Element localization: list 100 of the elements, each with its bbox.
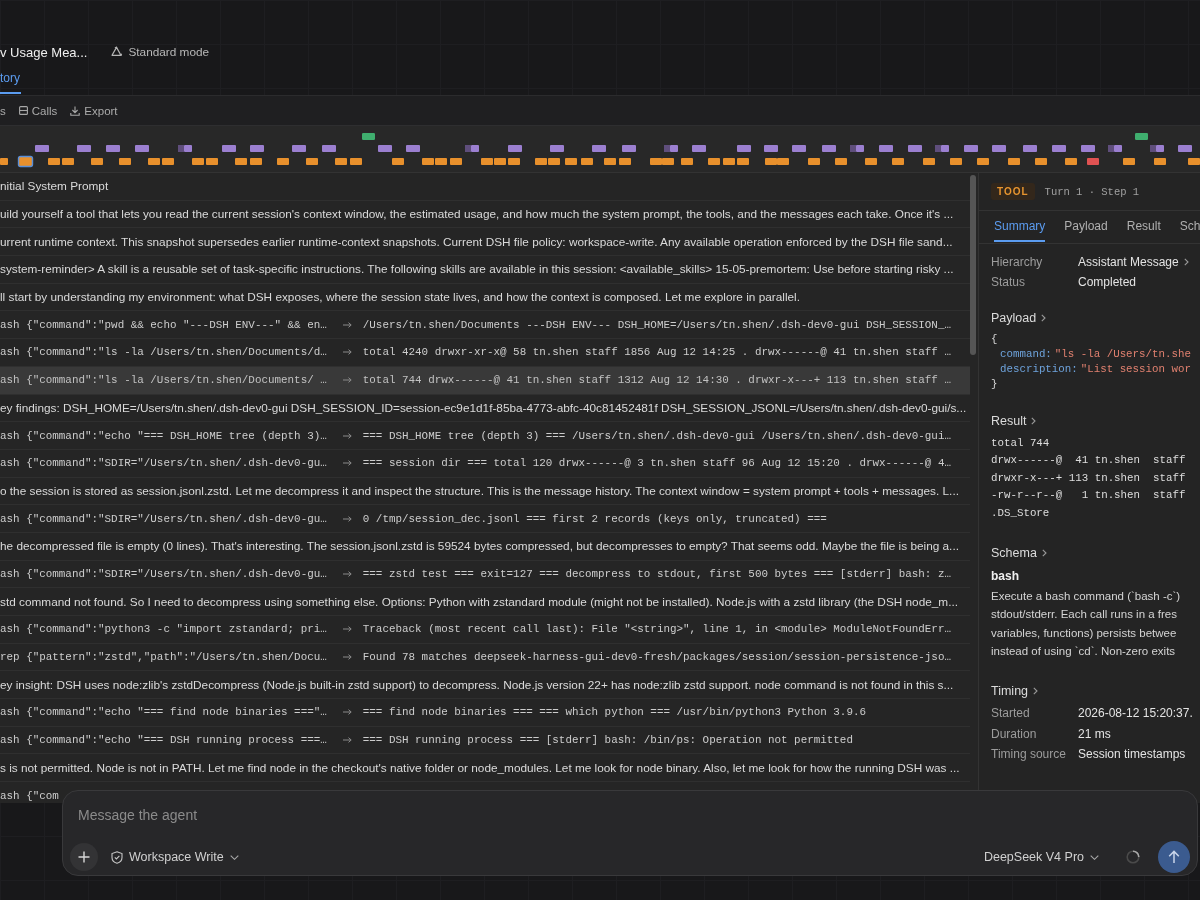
spinner-icon: [1126, 850, 1140, 864]
add-button[interactable]: [70, 843, 98, 871]
view-tab[interactable]: tory: [0, 71, 21, 94]
chevron-down-icon: [229, 854, 239, 860]
toolbar-button[interactable]: s: [0, 104, 6, 117]
field-label: Status: [991, 275, 1027, 289]
tool-result: total 744 drwx------@ 41 tn.shen staff 1312 Aug 12 14:30 . drwxr-x---+ 113 tn.shen staff …: [362, 374, 951, 387]
tool-command: ash {"command":"echo "=== find node binaries ==="…: [0, 706, 327, 719]
message-row[interactable]: system-reminder> A skill is a reusable set of task-specific instructions. The following skills are available in this session: <available_skills> 15-05-premortem: Use before starting risky ...: [0, 256, 970, 284]
send-button[interactable]: [1158, 841, 1190, 873]
schema-name: bash: [991, 568, 1019, 583]
tool-call-row[interactable]: ash {"com: [0, 782, 59, 810]
tool-command: ash {"command":"echo "=== DSH running process ===…: [0, 734, 327, 747]
arrow-right-icon: [342, 626, 352, 633]
arrow-right-icon: [342, 654, 352, 661]
message-row[interactable]: urrent runtime context. This snapshot supersedes earlier runtime-context snapshots. Current DSH file policy: workspace-write. Any available operation enforced by the DSH file sand...: [0, 228, 970, 257]
message-row[interactable]: nitial System Prompt: [0, 173, 970, 201]
tool-call-row[interactable]: ash {"command":"echo "=== find node binaries ==="… === find node binaries === === which python === /usr/bin/python3 Python 3.9.6: [0, 699, 970, 727]
arrow-right-icon: [342, 349, 352, 356]
message-row[interactable]: std command not found. So I need to decompress using something else. Options: Python with zstandard module (might not be installed). Node.js with a zstd library (the DSH node_m...: [0, 588, 970, 616]
chevron-down-icon: [1090, 854, 1099, 860]
field-value: Session timestamps: [1078, 747, 1186, 762]
arrow-right-icon: [342, 460, 352, 467]
download-icon: [70, 105, 81, 116]
calls-button[interactable]: Calls: [18, 104, 58, 117]
message-row[interactable]: ey insight: DSH uses node:zlib's zstdDecompress (Node.js built-in zstd support) to decompress. Node.js version 22+ has node:zlib zstd support. node command is not found in this s...: [0, 671, 970, 700]
field-label: Duration: [991, 726, 1038, 741]
section-header[interactable]: Result: [991, 411, 1037, 431]
tool-call-row[interactable]: ash {"command":"echo "=== DSH_HOME tree (depth 3)… === DSH_HOME tree (depth 3) === /Users/tn.shen/.dsh-dev0-gui /Users/tn.shen/.dsh-dev0-gui…: [0, 422, 970, 450]
field-value: 21 ms: [1078, 726, 1111, 741]
message-row[interactable]: s is not permitted. Node is not in PATH. Let me find node in the checkout's native folder or node_modules. Let me look for node binary. Also, let me look for how the running DSH was ...: [0, 754, 970, 783]
message-row[interactable]: uild yourself a tool that lets you read the current session's context window, the estimated usage, and how much the system prompt, the tools, and the messages each take. Once it's ...: [0, 200, 970, 229]
step-label: Turn 1 · Step 1: [1044, 185, 1140, 198]
code-key: command:: [1000, 347, 1052, 360]
tool-result: === find node binaries === === which python === /usr/bin/python3 Python 3.9.6: [362, 706, 866, 719]
permission-dropdown[interactable]: Workspace Write: [111, 850, 239, 864]
tool-command: ash {"command":"echo "=== DSH_HOME tree (depth 3)…: [0, 429, 327, 442]
chevron-right-icon: [1183, 258, 1189, 266]
plus-icon: [78, 851, 90, 863]
arrow-right-icon: [342, 321, 352, 328]
message-row[interactable]: ey findings: DSH_HOME=/Users/tn.shen/.dsh-dev0-gui DSH_SESSION_ID=session-ec9e1d1f-85ba-4773-abfc-40c81452481f DSH_SESSION_JSONL=/Users/tn.shen/.dsh-dev0-gui/s...: [0, 394, 970, 423]
result-line: drwxr-x---+ 113 tn.shen staff: [991, 471, 1186, 484]
tool-result: Traceback (most recent call last): File "<string>", line 1, in <module> ModuleNotFoundErr…: [362, 623, 951, 636]
code-key: description:: [1000, 362, 1078, 375]
arrow-right-icon: [342, 737, 352, 744]
tool-call-row[interactable]: ash {"command":"pwd && echo "---DSH ENV---" && en… /Users/tn.shen/Documents ---DSH ENV--- DSH_HOME=/Users/tn.shen/.dsh-dev0-gui DSH_SESSION_…: [0, 311, 970, 340]
tool-call-row[interactable]: ash {"command":"ls -la /Users/tn.shen/Documents/ … total 744 drwx------@ 41 tn.shen staff 1312 Aug 12 14:30 . drwxr-x---+ 113 tn.shen staff …: [0, 366, 970, 395]
message-input[interactable]: Message the agent: [78, 804, 478, 826]
section-header[interactable]: Schema: [991, 542, 1047, 563]
detail-tab[interactable]: Payload: [1064, 211, 1108, 242]
chevron-right-icon: [1033, 686, 1039, 695]
message-row[interactable]: o the session is stored as session.jsonl.zstd. Let me decompress it and inspect the structure. This is the message history. The context window = system prompt + tools + messages. L...: [0, 477, 970, 506]
tool-result: 0 /tmp/session_dec.jsonl === first 2 records (keys only, truncated) ===: [362, 512, 827, 525]
chevron-right-icon: [1041, 314, 1047, 322]
tool-result: === DSH_HOME tree (depth 3) === /Users/tn.shen/.dsh-dev0-gui /Users/tn.shen/.dsh-dev0-gui…: [362, 429, 951, 442]
chevron-right-icon: [1041, 548, 1047, 557]
tool-result: === session dir === total 120 drwx------@ 3 tn.shen staff 96 Aug 12 15:20 . drwx------@ 4…: [362, 457, 951, 470]
arrow-right-icon: [342, 432, 352, 439]
tool-command: ash {"command":"SDIR="/Users/tn.shen/.dsh-dev0-gu…: [0, 457, 327, 470]
arrow-right-icon: [342, 377, 352, 384]
section-header[interactable]: Timing: [991, 680, 1039, 701]
field-label: Started: [991, 706, 1031, 721]
section-header[interactable]: Payload: [991, 308, 1047, 328]
tool-call-row[interactable]: ash {"command":"SDIR="/Users/tn.shen/.dsh-dev0-gu… === zstd test === exit=127 === decompress to stdout, first 500 bytes === [stderr] bash: z…: [0, 560, 970, 589]
message-row[interactable]: ll start by understanding my environment: what DSH exposes, where the session state lives, and how the context is composed. Let me explore in parallel.: [0, 283, 970, 312]
tool-command: rep {"pattern":"zstd","path":"/Users/tn.shen/Docu…: [0, 651, 327, 664]
field-link[interactable]: Assistant Message: [1078, 255, 1189, 269]
code-value: "ls -la /Users/tn.she: [1054, 347, 1191, 360]
tool-command: ash {"command":"pwd && echo "---DSH ENV---" && en…: [0, 318, 327, 331]
arrow-right-icon: [342, 709, 352, 716]
result-line: total 744: [991, 436, 1050, 449]
detail-tab[interactable]: Result: [1126, 211, 1161, 242]
code-brace: }: [991, 377, 998, 390]
field-label: Hierarchy: [991, 255, 1044, 269]
triangle-icon: [110, 45, 124, 59]
tool-call-row[interactable]: rep {"pattern":"zstd","path":"/Users/tn.shen/Docu… Found 78 matches deepseek-harness-gui-dev0-fresh/packages/session/session-persistence-jso…: [0, 643, 970, 672]
tool-result: Found 78 matches deepseek-harness-gui-dev0-fresh/packages/session/session-persistence-jso…: [362, 651, 951, 664]
detail-tab[interactable]: Summary: [994, 211, 1046, 242]
export-button[interactable]: Export: [70, 104, 118, 117]
flagged-marker: [1087, 158, 1099, 165]
tool-command: ash {"command":"python3 -c "import zstandard; pri…: [0, 623, 327, 636]
tool-call-row[interactable]: ash {"command":"echo "=== DSH running process ===… === DSH running process === [stderr] bash: /bin/ps: Operation not permitted: [0, 726, 970, 755]
scrollbar-thumb[interactable]: [970, 175, 976, 355]
tool-call-row[interactable]: ash {"command":"ls -la /Users/tn.shen/Documents/d… total 4240 drwxr-xr-x@ 58 tn.shen staff 1856 Aug 12 14:25 . drwx------@ 41 tn.shen staff …: [0, 339, 970, 367]
model-dropdown[interactable]: DeepSeek V4 Pro: [983, 850, 1099, 864]
field-label: Timing source: [991, 747, 1067, 762]
tool-call-row[interactable]: ash {"command":"python3 -c "import zstandard; pri… Traceback (most recent call last): File "<string>", line 1, in <module> ModuleNotFoundErr…: [0, 616, 970, 644]
arrow-right-icon: [342, 515, 352, 522]
code-brace: {: [991, 332, 998, 345]
message-row[interactable]: he decompressed file is empty (0 lines). That's interesting. The session.jsonl.zstd is 59524 bytes compressed, but decompresses to empty? That seems odd. Maybe the file is being a...: [0, 532, 970, 561]
tool-call-row[interactable]: ash {"command":"SDIR="/Users/tn.shen/.dsh-dev0-gu… === session dir === total 120 drwx------@ 3 tn.shen staff 96 Aug 12 15:20 . drwx------@ 4…: [0, 449, 970, 478]
code-value: "List session wor: [1080, 362, 1191, 375]
tool-badge: TOOL: [991, 183, 1035, 200]
tool-result: === zstd test === exit=127 === decompress to stdout, first 500 bytes === [stderr] bash: z…: [362, 567, 951, 580]
tool-command: ash {"command":"SDIR="/Users/tn.shen/.dsh-dev0-gu…: [0, 512, 327, 525]
tool-call-row[interactable]: ash {"command":"SDIR="/Users/tn.shen/.dsh-dev0-gu… 0 /tmp/session_dec.jsonl === first 2 records (keys only, truncated) ===: [0, 505, 970, 533]
session-title: v Usage Mea...: [0, 44, 88, 60]
mode-label: Standard mode: [128, 45, 210, 59]
selected-marker[interactable]: [17, 155, 34, 168]
detail-tab[interactable]: Sch: [1179, 211, 1200, 242]
